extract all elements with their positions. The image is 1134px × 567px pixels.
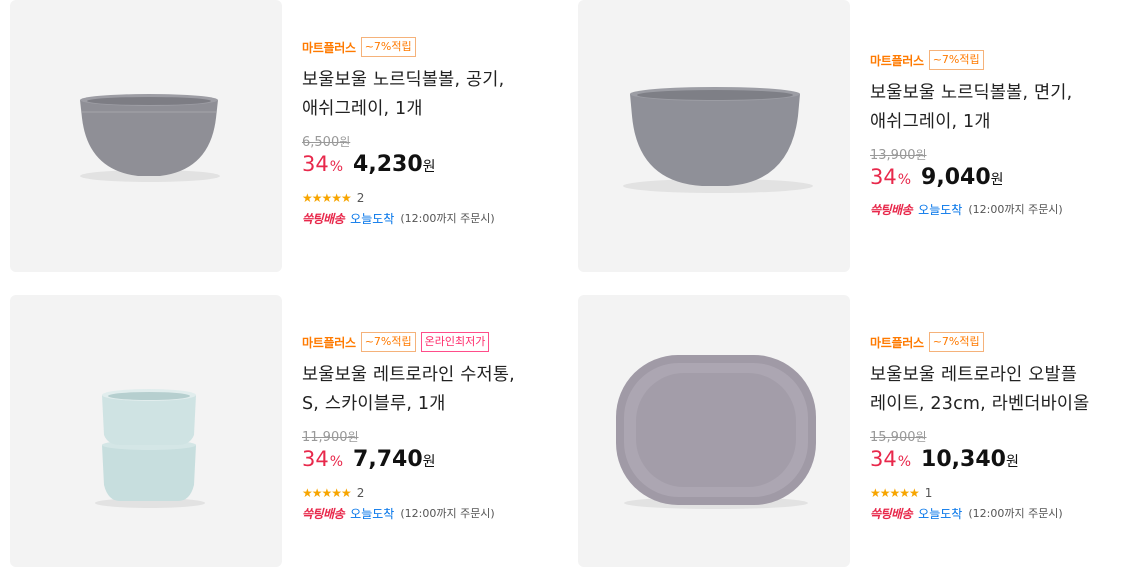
- product-title[interactable]: 보울보울 레트로라인 수저통, S, 스카이블루, 1개: [302, 361, 570, 419]
- original-price: 11,900원: [302, 430, 359, 445]
- lowest-price-tag: 온라인최저가: [420, 332, 490, 352]
- product-image[interactable]: [10, 0, 282, 272]
- delivery-today: 오늘도착: [350, 211, 395, 226]
- delivery-today: 오늘도착: [918, 202, 963, 217]
- title-line-2: S, 스카이블루, 1개: [302, 394, 446, 414]
- sale-price: 9,040: [921, 165, 991, 190]
- tag-row: 마트플러스 ~7%적립: [870, 331, 1134, 353]
- rating-row: ★★★★★ 2: [302, 485, 570, 501]
- product-info: 마트플러스 ~7%적립 보울보울 노르딕볼볼, 면기, 애쉬그레이, 1개 13…: [870, 0, 1134, 217]
- discount-rate: 34%: [870, 165, 912, 189]
- title-line-1: 보울보울 레트로라인 수저통,: [302, 365, 515, 385]
- delivery-condition: (12:00까지 주문시): [968, 203, 1063, 216]
- currency-label: 원: [422, 159, 436, 175]
- original-price: 13,900원: [870, 148, 927, 163]
- price-row: 34% 7,740 원: [302, 447, 570, 477]
- star-rating: ★★★★★: [302, 191, 352, 205]
- delivery-today: 오늘도착: [350, 506, 395, 521]
- discount-rate: 34%: [302, 447, 344, 471]
- shipping-row: 쓱팅배송 오늘도착 (12:00까지 주문시): [870, 505, 1134, 521]
- product-title[interactable]: 보울보울 노르딕볼볼, 면기, 애쉬그레이, 1개: [870, 79, 1134, 137]
- sale-price: 4,230: [353, 152, 423, 177]
- rocket-delivery-badge: 쓱팅배송: [302, 506, 345, 521]
- currency-label: 원: [422, 454, 436, 470]
- reward-tag: ~7%적립: [360, 332, 416, 352]
- review-count: 1: [924, 486, 933, 500]
- delivery-today: 오늘도착: [918, 506, 963, 521]
- brand-tag: 마트플러스: [302, 335, 356, 350]
- title-line-1: 보울보울 레트로라인 오발플: [870, 365, 1078, 385]
- product-image[interactable]: [10, 295, 282, 567]
- delivery-condition: (12:00까지 주문시): [400, 507, 495, 520]
- currency-label: 원: [990, 172, 1004, 188]
- star-rating: ★★★★★: [302, 486, 352, 500]
- product-card[interactable]: 마트플러스 ~7%적립 보울보울 노르딕볼볼, 면기, 애쉬그레이, 1개 13…: [578, 0, 1134, 272]
- bowl-image: [623, 87, 813, 193]
- shipping-row: 쓱팅배송 오늘도착 (12:00까지 주문시): [302, 505, 570, 521]
- reward-tag: ~7%적립: [360, 37, 416, 57]
- delivery-condition: (12:00까지 주문시): [400, 212, 495, 225]
- rocket-delivery-badge: 쓱팅배송: [302, 211, 345, 226]
- tag-row: 마트플러스 ~7%적립: [870, 49, 1134, 71]
- rating-row: ★★★★★ 1: [870, 485, 1134, 501]
- product-image[interactable]: [578, 295, 850, 567]
- title-line-1: 보울보울 노르딕볼볼, 공기,: [302, 70, 505, 90]
- reward-tag: ~7%적립: [928, 50, 984, 70]
- product-card[interactable]: 마트플러스 ~7%적립 보울보울 레트로라인 오발플 레이트, 23cm, 라벤…: [578, 295, 1134, 567]
- product-info: 마트플러스 ~7%적립 온라인최저가 보울보울 레트로라인 수저통, S, 스카…: [302, 295, 570, 521]
- title-line-2: 애쉬그레이, 1개: [870, 112, 991, 132]
- price-row: 34% 9,040 원: [870, 165, 1134, 195]
- tag-row: 마트플러스 ~7%적립 온라인최저가: [302, 331, 570, 353]
- currency-label: 원: [1005, 454, 1019, 470]
- sale-price: 10,340: [921, 447, 1006, 472]
- reward-tag: ~7%적립: [928, 332, 984, 352]
- price-row: 34% 4,230 원: [302, 152, 570, 182]
- product-card[interactable]: 마트플러스 ~7%적립 보울보울 노르딕볼볼, 공기, 애쉬그레이, 1개 6,…: [10, 0, 570, 272]
- original-price: 6,500원: [302, 135, 351, 150]
- product-card[interactable]: 마트플러스 ~7%적립 온라인최저가 보울보울 레트로라인 수저통, S, 스카…: [10, 295, 570, 567]
- star-rating: ★★★★★: [870, 486, 920, 500]
- price-row: 34% 10,340 원: [870, 447, 1134, 477]
- tag-row: 마트플러스 ~7%적립: [302, 36, 570, 58]
- title-line-1: 보울보울 노르딕볼볼, 면기,: [870, 83, 1073, 103]
- brand-tag: 마트플러스: [870, 335, 924, 350]
- review-count: 2: [356, 486, 365, 500]
- original-price: 15,900원: [870, 430, 927, 445]
- shipping-row: 쓱팅배송 오늘도착 (12:00까지 주문시): [302, 210, 570, 226]
- rocket-delivery-badge: 쓱팅배송: [870, 202, 913, 217]
- title-line-2: 레이트, 23cm, 라벤더바이올: [870, 394, 1090, 414]
- title-line-2: 애쉬그레이, 1개: [302, 99, 423, 119]
- bowl-image: [80, 94, 220, 182]
- product-title[interactable]: 보울보울 노르딕볼볼, 공기, 애쉬그레이, 1개: [302, 66, 570, 124]
- shipping-row: 쓱팅배송 오늘도착 (12:00까지 주문시): [870, 201, 1134, 217]
- product-title[interactable]: 보울보울 레트로라인 오발플 레이트, 23cm, 라벤더바이올: [870, 361, 1134, 419]
- delivery-condition: (12:00까지 주문시): [968, 507, 1063, 520]
- cup-image: [95, 389, 205, 508]
- brand-tag: 마트플러스: [870, 53, 924, 68]
- product-info: 마트플러스 ~7%적립 보울보울 레트로라인 오발플 레이트, 23cm, 라벤…: [870, 295, 1134, 521]
- review-count: 2: [356, 191, 365, 205]
- plate-image: [616, 355, 816, 509]
- sale-price: 7,740: [353, 447, 423, 472]
- rating-row: ★★★★★ 2: [302, 190, 570, 206]
- discount-rate: 34%: [870, 447, 912, 471]
- brand-tag: 마트플러스: [302, 40, 356, 55]
- rocket-delivery-badge: 쓱팅배송: [870, 506, 913, 521]
- product-info: 마트플러스 ~7%적립 보울보울 노르딕볼볼, 공기, 애쉬그레이, 1개 6,…: [302, 0, 570, 226]
- product-image[interactable]: [578, 0, 850, 272]
- discount-rate: 34%: [302, 152, 344, 176]
